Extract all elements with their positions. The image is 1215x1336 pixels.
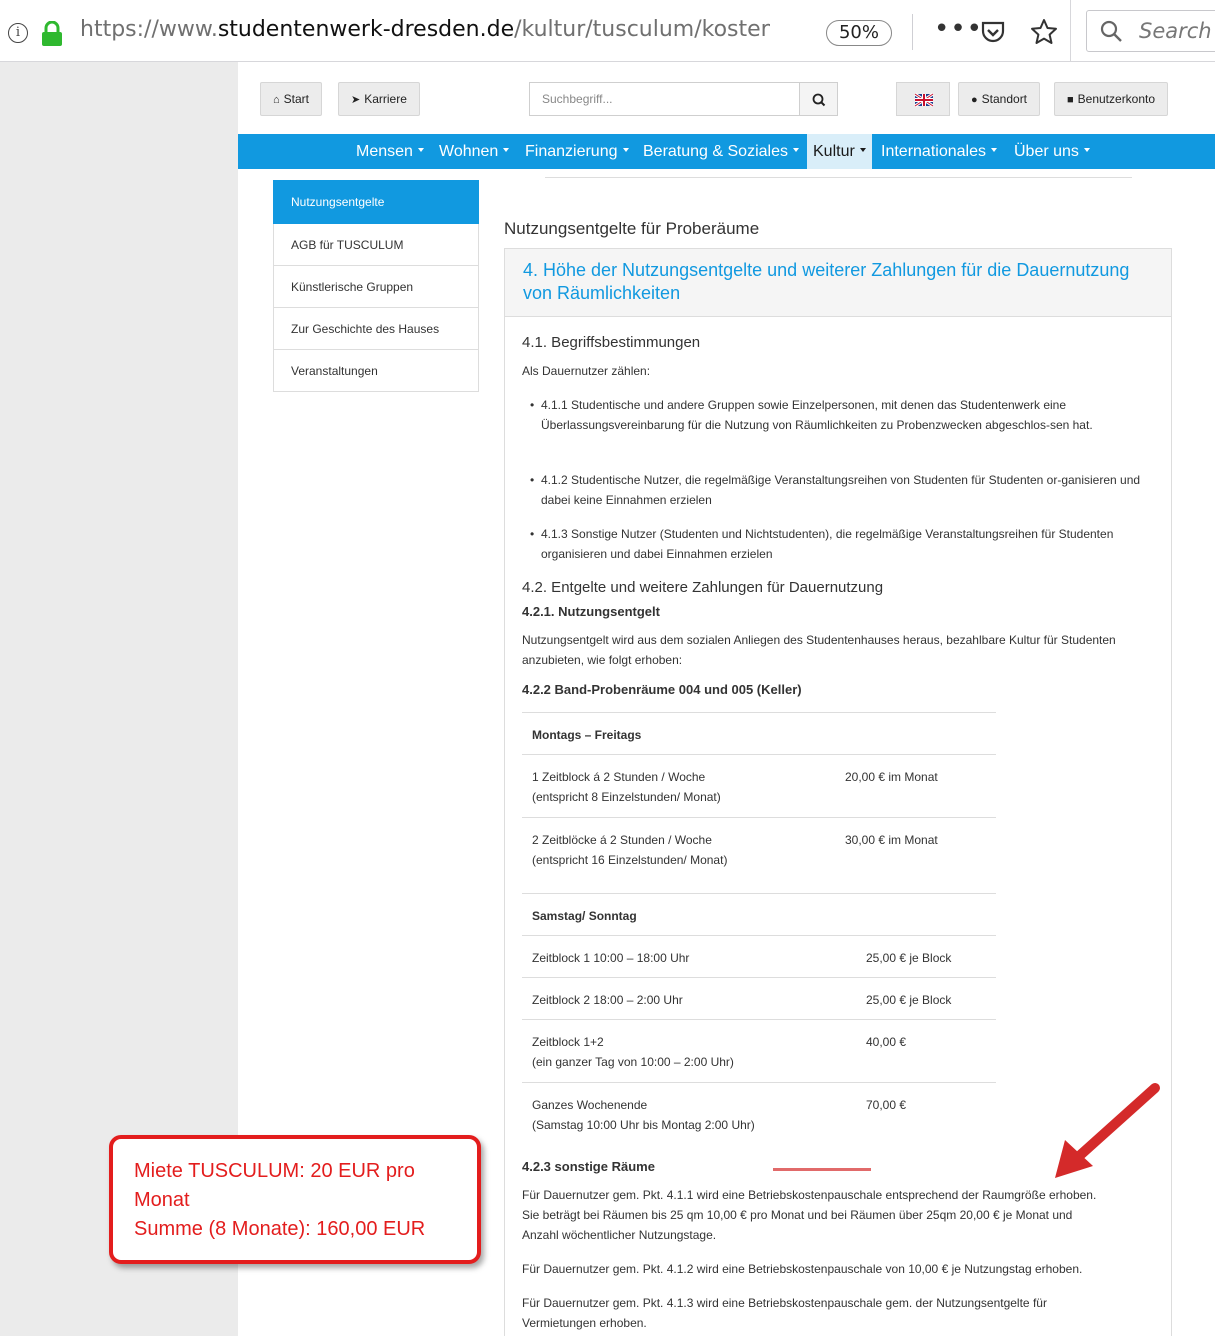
table-divider: [522, 817, 996, 818]
table-divider: [522, 712, 996, 713]
panel-title: 4. Höhe der Nutzungsentgelte und weitere…: [505, 249, 1171, 317]
zoom-level-button[interactable]: 50%: [826, 20, 892, 46]
annotation-line: Monat: [134, 1189, 190, 1211]
table-divider: [522, 754, 996, 755]
table-cell-price: 25,00 € je Block: [866, 951, 952, 965]
list-item: 4.1.1 Studentische und andere Gruppen so…: [530, 395, 1151, 435]
browser-search-box[interactable]: Search: [1086, 10, 1215, 52]
home-icon: ⌂: [273, 94, 280, 106]
annotation-callout: Miete TUSCULUM: 20 EUR pro Monat Summe (…: [109, 1135, 481, 1264]
user-icon: ■: [1067, 94, 1074, 106]
section-4-2-title: 4.2. Entgelte und weitere Zahlungen für …: [522, 579, 884, 596]
table-cell-price: 25,00 € je Block: [866, 993, 952, 1007]
table-cell-price: 20,00 € im Monat: [845, 770, 938, 784]
uk-flag-icon: [914, 92, 934, 108]
standort-button[interactable]: ● Standort: [958, 82, 1041, 116]
nav-mensen[interactable]: Mensen: [356, 134, 424, 169]
site-search-input[interactable]: Suchbegriff...: [529, 82, 800, 116]
nav-wohnen[interactable]: Wohnen: [439, 134, 510, 169]
table-cell: 1 Zeitblock á 2 Stunden / Woche: [532, 770, 706, 784]
benutzerkonto-button[interactable]: ■ Benutzerkonto: [1054, 82, 1169, 116]
nav-finanzierung[interactable]: Finanzierung: [525, 134, 629, 169]
paragraph: Vermietungen erhoben.: [522, 1316, 647, 1330]
bookmark-star-icon[interactable]: [1030, 18, 1058, 46]
sidebar-item-nutzungsentgelte[interactable]: Nutzungsentgelte: [273, 180, 479, 224]
search-icon: [1100, 20, 1122, 42]
sidebar-item-agb[interactable]: AGB für TUSCULUM: [273, 224, 479, 266]
table-cell: Zeitblock 2 18:00 – 2:00 Uhr: [532, 993, 683, 1007]
table-cell: (entspricht 8 Einzelstunden/ Monat): [532, 790, 721, 804]
sidebar-item-veranstaltungen[interactable]: Veranstaltungen: [273, 350, 479, 392]
site-search-button[interactable]: [800, 82, 838, 116]
table-divider: [522, 1019, 996, 1020]
table-cell-price: 40,00 €: [866, 1035, 907, 1049]
table-cell: Zeitblock 1 10:00 – 18:00 Uhr: [532, 951, 690, 965]
karriere-button[interactable]: ➤ Karriere: [338, 82, 420, 116]
table-cell: (entspricht 16 Einzelstunden/ Monat): [532, 853, 728, 867]
table-header-weekend: Samstag/ Sonntag: [532, 909, 637, 923]
table-cell: Zeitblock 1+2: [532, 1035, 604, 1049]
more-actions-icon[interactable]: •••: [934, 14, 983, 44]
paragraph: Sie beträgt bei Räumen bis 25 qm 10,00 €…: [522, 1208, 1073, 1222]
table-cell-price: 70,00 €: [866, 1098, 907, 1112]
paragraph: Anzahl wöchentlicher Nutzungstage.: [522, 1228, 717, 1242]
info-icon[interactable]: i: [8, 23, 28, 43]
rocket-icon: ➤: [351, 94, 361, 106]
start-button[interactable]: ⌂ Start: [260, 82, 322, 116]
sidebar-nav: Nutzungsentgelte AGB für TUSCULUM Künstl…: [273, 180, 479, 392]
browser-url-bar: i https://www.studentenwerk-dresden.de/k…: [0, 0, 1215, 62]
table-cell: (Samstag 10:00 Uhr bis Montag 2:00 Uhr): [532, 1118, 755, 1132]
list-item: 4.1.3 Sonstige Nutzer (Studenten und Nic…: [530, 524, 1151, 564]
sidebar-item-geschichte[interactable]: Zur Geschichte des Hauses: [273, 308, 479, 350]
url-field[interactable]: https://www.studentenwerk-dresden.de/kul…: [80, 17, 770, 42]
section-4-1-title: 4.1. Begriffsbestimmungen: [522, 334, 701, 351]
table-divider: [522, 893, 996, 894]
annotation-line: Summe (8 Monate): 160,00 EUR: [134, 1218, 426, 1240]
section-4-1-intro: Als Dauernutzer zählen:: [522, 364, 651, 378]
nav-kultur[interactable]: Kultur: [807, 134, 872, 169]
section-4-2-2-title: 4.2.2 Band-Probenräume 004 und 005 (Kell…: [522, 682, 802, 697]
divider: [545, 177, 1132, 178]
sidebar-item-kuenstlerische-gruppen[interactable]: Künstlerische Gruppen: [273, 266, 479, 308]
nav-ueber-uns[interactable]: Über uns: [1014, 134, 1090, 169]
section-4-2-1-text: Nutzungsentgelt wird aus dem sozialen An…: [522, 633, 1116, 667]
section-4-2-3-title: 4.2.3 sonstige Räume: [522, 1159, 655, 1174]
search-icon: [812, 93, 826, 107]
table-cell: (ein ganzer Tag von 10:00 – 2:00 Uhr): [532, 1055, 734, 1069]
toolbar-divider: [912, 14, 913, 50]
table-divider: [522, 935, 996, 936]
section-4-2-1-title: 4.2.1. Nutzungsentgelt: [522, 604, 660, 619]
toolbar-divider: [1070, 0, 1071, 62]
annotation-line: Miete TUSCULUM: 20 EUR pro: [134, 1160, 415, 1182]
table-cell-price: 30,00 € im Monat: [845, 833, 938, 847]
pocket-icon[interactable]: [980, 20, 1006, 44]
list-item: 4.1.2 Studentische Nutzer, die regelmäßi…: [530, 470, 1151, 510]
highlight-underline: [773, 1168, 871, 1171]
paragraph: Für Dauernutzer gem. Pkt. 4.1.2 wird ein…: [522, 1262, 1083, 1276]
table-divider: [522, 1082, 996, 1083]
table-cell: Ganzes Wochenende: [532, 1098, 648, 1112]
paragraph: Für Dauernutzer gem. Pkt. 4.1.1 wird ein…: [522, 1188, 1097, 1202]
main-navigation: Mensen Wohnen Finanzierung Beratung & So…: [238, 134, 1215, 169]
language-english-button[interactable]: [896, 82, 950, 116]
map-marker-icon: ●: [971, 94, 978, 106]
paragraph: Für Dauernutzer gem. Pkt. 4.1.3 wird ein…: [522, 1296, 1047, 1310]
red-arrow-icon: [1055, 1083, 1160, 1178]
nav-internationales[interactable]: Internationales: [881, 134, 997, 169]
table-header-weekday: Montags – Freitags: [532, 728, 642, 742]
table-divider: [522, 977, 996, 978]
browser-search-placeholder: Search: [1139, 19, 1212, 43]
lock-icon[interactable]: [40, 21, 64, 47]
nav-beratung-soziales[interactable]: Beratung & Soziales: [643, 134, 799, 169]
page-title: Nutzungsentgelte für Proberäume: [504, 219, 760, 238]
table-cell: 2 Zeitblöcke á 2 Stunden / Woche: [532, 833, 712, 847]
